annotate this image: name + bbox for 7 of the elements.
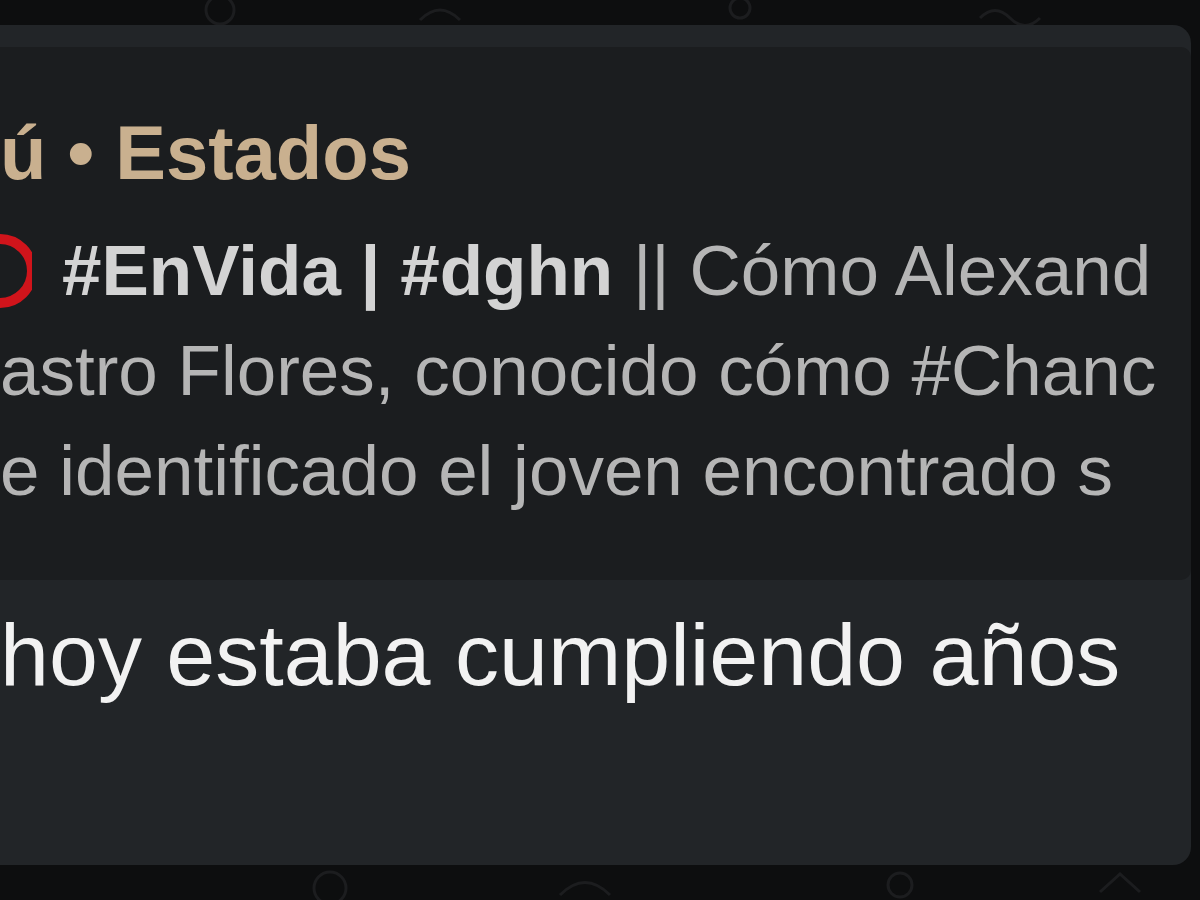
quote-author: ú • Estados — [0, 113, 411, 193]
quote-text: e identificado el joven encontrado s — [0, 430, 1114, 512]
quoted-status[interactable]: ú • Estados #EnVida | #dghn || Cómo Alexand astro Flores, conocido cómo #Chanc e identificado el joven encontrado s — [0, 47, 1191, 580]
message-text: hoy estaba cumpliendo años — [0, 605, 1121, 705]
ring-icon — [0, 231, 32, 311]
quote-text: #EnVida | #dghn || Cómo Alexand — [62, 230, 1152, 313]
quote-text: astro Flores, conocido cómo #Chanc — [0, 330, 1157, 412]
